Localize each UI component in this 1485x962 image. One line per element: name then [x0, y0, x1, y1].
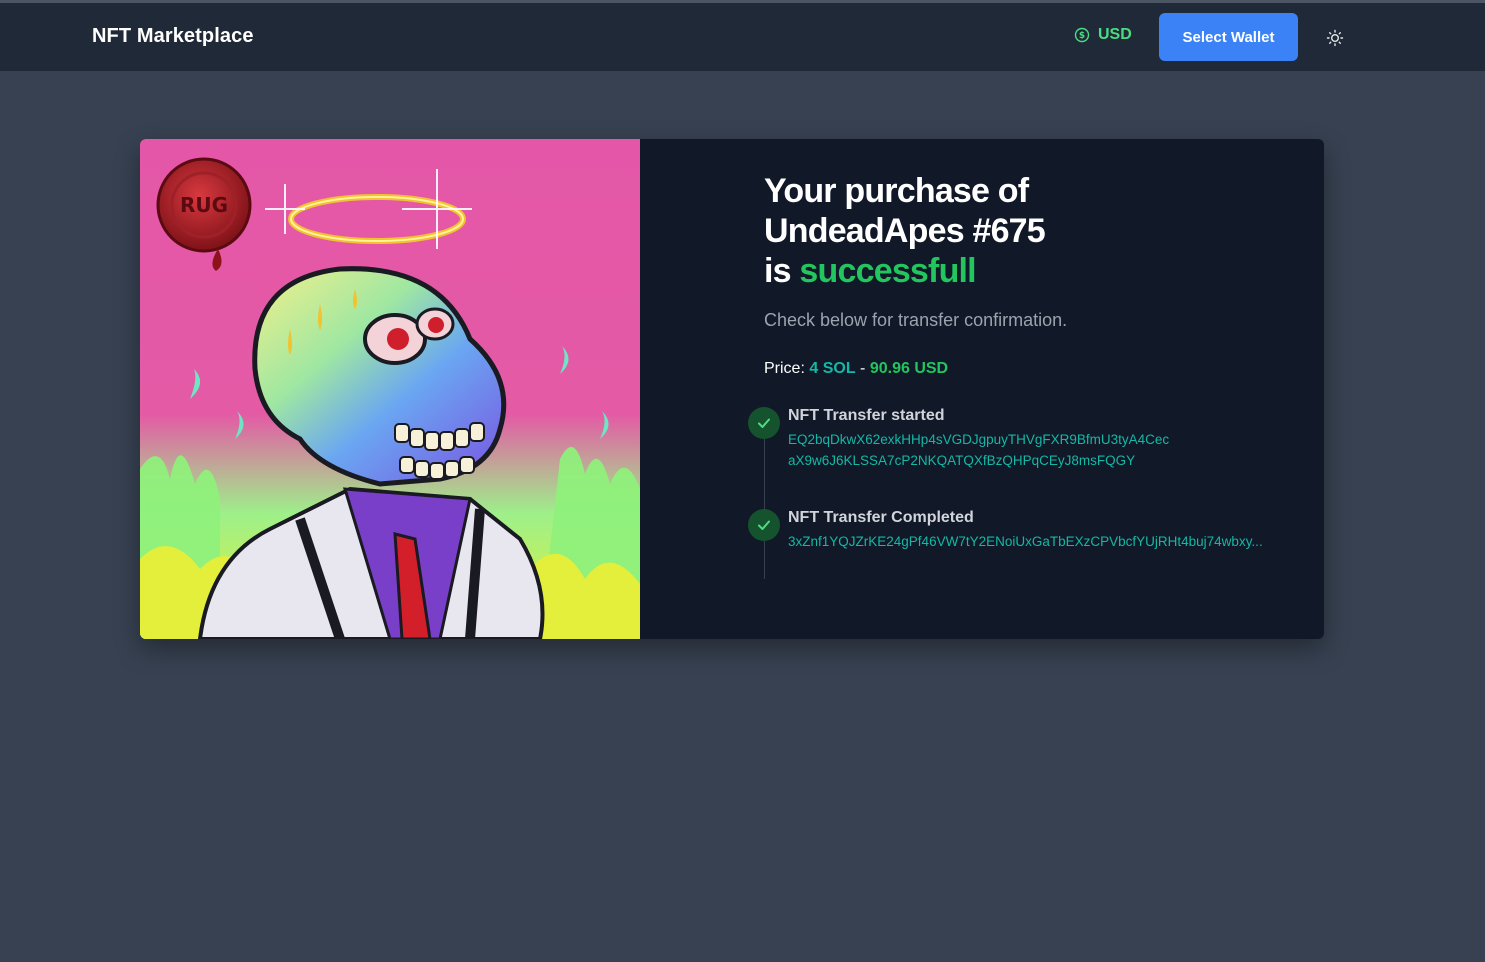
price-sol: 4 SOL: [809, 360, 856, 377]
subtitle: Check below for transfer confirmation.: [764, 310, 1068, 330]
svg-text:$: $: [1079, 31, 1085, 41]
nft-name: UndeadApes #675: [764, 212, 1046, 250]
purchase-success-card: RUG Your purchase of UndeadApes #675 is …: [140, 139, 1324, 639]
sun-icon[interactable]: [1325, 28, 1345, 48]
nft-image: RUG: [140, 139, 640, 639]
headline-is: is: [764, 252, 792, 290]
transaction-hash-link[interactable]: EQ2bqDkwX62exkHHp4sVGDJgpuyTHVgFXR9BfmU3…: [788, 429, 1173, 471]
transaction-hash-link[interactable]: 3xZnf1YQJZrKE24gPf46VW7tY2ENoiUxGaTbEXzC…: [788, 531, 1288, 552]
currency-label: USD: [1098, 26, 1132, 43]
dollar-circle-icon: $: [1074, 27, 1090, 43]
price-separator: -: [860, 360, 866, 377]
headline-status: successfull: [799, 252, 976, 290]
price-row: Price: 4 SOL - 90.96 USD: [764, 360, 1304, 378]
check-icon: [748, 407, 780, 439]
price-label: Price:: [764, 360, 805, 377]
headline-prefix: Your purchase of: [764, 172, 1029, 210]
step-title: NFT Transfer Completed: [788, 509, 974, 526]
purchase-info: Your purchase of UndeadApes #675 is succ…: [748, 171, 1304, 579]
nft-badge-text: RUG: [180, 193, 228, 217]
purchase-headline: Your purchase of UndeadApes #675 is succ…: [764, 171, 1304, 291]
step-title: NFT Transfer started: [788, 407, 945, 424]
brand-title[interactable]: NFT Marketplace: [92, 25, 254, 48]
price-usd: 90.96 USD: [869, 360, 949, 377]
select-wallet-button[interactable]: Select Wallet: [1159, 13, 1298, 61]
check-icon: [748, 509, 780, 541]
currency-selector[interactable]: $ USD: [1074, 26, 1132, 44]
top-navbar: NFT Marketplace $ USD Select Wallet: [0, 3, 1485, 71]
